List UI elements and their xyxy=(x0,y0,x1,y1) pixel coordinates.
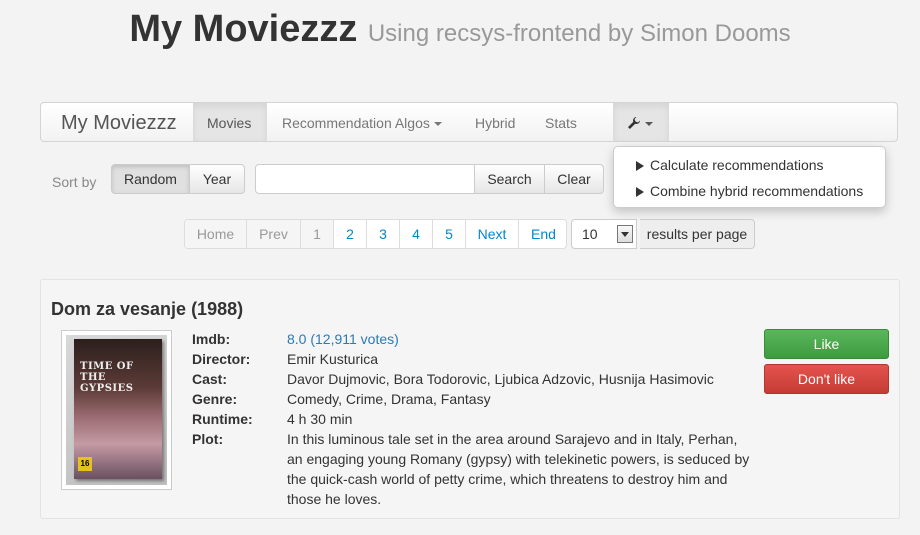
pagination-next[interactable]: Next xyxy=(465,220,518,248)
per-page-label: results per page xyxy=(640,219,755,249)
chevron-down-icon[interactable] xyxy=(617,225,633,243)
pagination-home[interactable]: Home xyxy=(185,220,246,248)
cast-label: Cast: xyxy=(192,371,228,387)
wrench-icon xyxy=(628,117,640,129)
menu-item-label: Combine hybrid recommendations xyxy=(650,183,864,199)
page-header: My Moviezzz Using recsys-frontend by Sim… xyxy=(0,8,920,51)
nav-item-tools[interactable] xyxy=(613,103,669,141)
age-rating-badge: 16 xyxy=(78,457,92,471)
page-subtitle: Using recsys-frontend by Simon Dooms xyxy=(367,20,791,47)
search-button-label: Search xyxy=(487,171,532,187)
chevron-down-icon xyxy=(433,122,442,127)
genre-value: Comedy, Crime, Drama, Fantasy xyxy=(287,391,491,407)
poster-cover-title: TIME OF THE GYPSIES xyxy=(80,361,134,394)
nav-item-movies-label: Movies xyxy=(207,115,252,131)
page-title: My Moviezzz xyxy=(129,8,358,50)
navbar: My Moviezzz Movies Recommendation Algos … xyxy=(40,102,898,142)
runtime-value: 4 h 30 min xyxy=(287,411,353,427)
tools-dropdown-menu: Calculate recommendations Combine hybrid… xyxy=(613,146,886,208)
pagination: Home Prev 1 2 3 4 5 Next End xyxy=(184,219,567,249)
pagination-end[interactable]: End xyxy=(518,220,566,248)
dont-like-button[interactable]: Don't like xyxy=(764,364,889,394)
director-label: Director: xyxy=(192,351,251,367)
nav-item-stats[interactable]: Stats xyxy=(531,103,591,141)
pagination-page-4[interactable]: 4 xyxy=(399,220,432,248)
pagination-page-5[interactable]: 5 xyxy=(432,220,465,248)
like-button[interactable]: Like xyxy=(764,329,889,359)
nav-item-recommendation-algos-label: Recommendation Algos xyxy=(282,115,430,131)
nav-item-recommendation-algos[interactable]: Recommendation Algos xyxy=(268,103,456,141)
pagination-page-1[interactable]: 1 xyxy=(300,220,333,248)
search-input[interactable] xyxy=(255,164,475,194)
imdb-label: Imdb: xyxy=(192,331,231,347)
pagination-page-3[interactable]: 3 xyxy=(366,220,399,248)
menu-item-combine-hybrid-recommendations[interactable]: Combine hybrid recommendations xyxy=(636,183,863,199)
imdb-rating-link[interactable]: 8.0 (12,911 votes) xyxy=(287,329,752,349)
search-button[interactable]: Search xyxy=(474,164,545,194)
runtime-label: Runtime: xyxy=(192,411,253,427)
sort-year-button[interactable]: Year xyxy=(189,164,245,194)
nav-item-hybrid-label: Hybrid xyxy=(475,115,516,131)
nav-item-stats-label: Stats xyxy=(545,115,577,131)
movie-poster: TIME OF THE GYPSIES 16 xyxy=(61,330,172,490)
cast-value: Davor Dujmovic, Bora Todorovic, Ljubica … xyxy=(287,371,714,387)
sort-year-label: Year xyxy=(202,171,232,187)
per-page-select[interactable]: 10 xyxy=(571,219,637,249)
sort-random-label: Random xyxy=(124,171,177,187)
caret-right-icon xyxy=(636,187,644,197)
nav-item-movies[interactable]: Movies xyxy=(193,103,267,141)
director-value: Emir Kusturica xyxy=(287,351,379,367)
movie-card: Dom za vesanje (1988) TIME OF THE GYPSIE… xyxy=(40,279,900,519)
caret-right-icon xyxy=(636,161,644,171)
nav-item-hybrid[interactable]: Hybrid xyxy=(461,103,529,141)
chevron-down-icon xyxy=(645,122,653,127)
clear-button[interactable]: Clear xyxy=(544,164,604,194)
per-page-value: 10 xyxy=(582,226,598,242)
clear-button-label: Clear xyxy=(557,171,591,187)
sort-label: Sort by xyxy=(52,174,97,190)
movie-title: Dom za vesanje (1988) xyxy=(51,299,244,319)
sort-random-button[interactable]: Random xyxy=(111,164,190,194)
pagination-page-2[interactable]: 2 xyxy=(333,220,366,248)
pagination-prev[interactable]: Prev xyxy=(246,220,300,248)
navbar-brand[interactable]: My Moviezzz xyxy=(61,112,177,135)
menu-item-label: Calculate recommendations xyxy=(650,157,824,173)
poster-cover-image: TIME OF THE GYPSIES 16 xyxy=(74,339,162,479)
menu-item-calculate-recommendations[interactable]: Calculate recommendations xyxy=(636,157,824,173)
genre-label: Genre: xyxy=(192,391,238,407)
plot-label: Plot: xyxy=(192,431,224,447)
plot-value: In this luminous tale set in the area ar… xyxy=(287,431,750,507)
poster-frame: TIME OF THE GYPSIES 16 xyxy=(66,335,167,485)
